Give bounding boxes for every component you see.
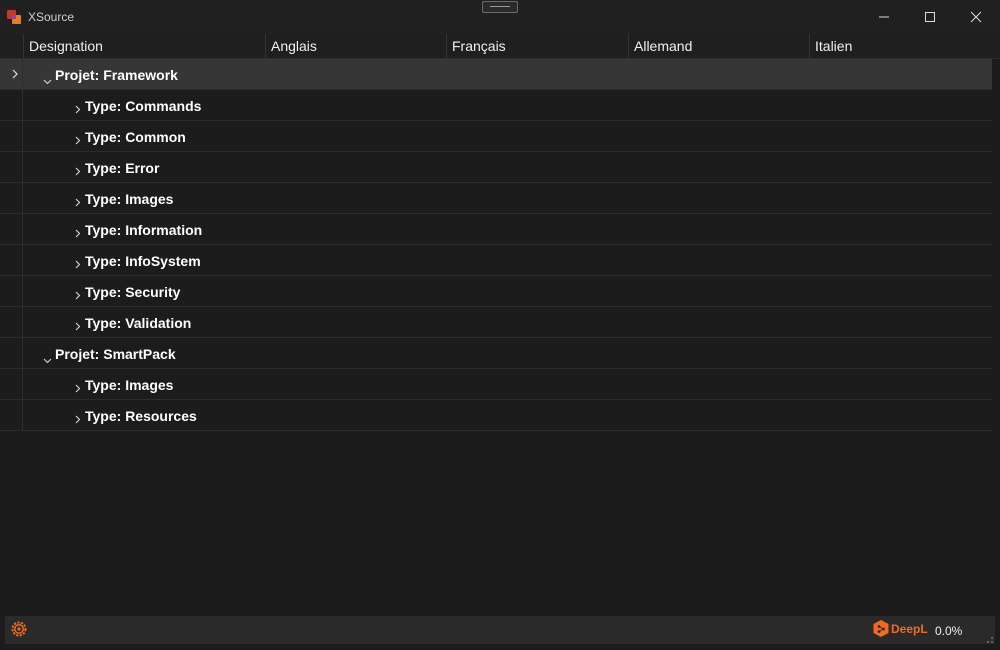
row-label: Type: Common — [85, 129, 186, 145]
chevron-right-icon[interactable] — [75, 318, 81, 334]
minimize-button[interactable] — [861, 0, 907, 34]
row-indicator[interactable] — [8, 307, 23, 337]
row-indicator[interactable] — [8, 400, 23, 430]
row-label: Type: InfoSystem — [85, 253, 201, 269]
row-label: Projet: SmartPack — [55, 346, 176, 362]
row-label: Type: Images — [85, 191, 174, 207]
tree-group-row[interactable]: Projet: Framework — [0, 59, 992, 90]
chevron-right-icon[interactable] — [75, 101, 81, 117]
row-label: Type: Error — [85, 160, 160, 176]
chevron-right-icon[interactable] — [75, 380, 81, 396]
tree-row[interactable]: Type: Information — [0, 214, 992, 245]
row-label: Type: Images — [85, 377, 174, 393]
row-indicator[interactable] — [8, 276, 23, 306]
column-header-allemand[interactable]: Allemand — [628, 34, 809, 58]
row-indicator[interactable] — [8, 59, 23, 89]
row-label: Type: Information — [85, 222, 203, 238]
row-label: Type: Security — [85, 284, 181, 300]
chevron-right-icon[interactable] — [75, 225, 81, 241]
row-label: Projet: Framework — [55, 67, 178, 83]
progress-percent: 0.0% — [935, 624, 963, 638]
row-indicator[interactable] — [8, 152, 23, 182]
chevron-right-icon[interactable] — [75, 287, 81, 303]
row-indicator[interactable] — [8, 183, 23, 213]
chevron-down-icon[interactable] — [43, 72, 52, 88]
tree-row[interactable]: Type: Validation — [0, 307, 992, 338]
tree-row[interactable]: Type: Security — [0, 276, 992, 307]
resize-grip-icon[interactable] — [982, 632, 994, 644]
current-row-chevron-icon — [12, 69, 18, 79]
row-indicator[interactable] — [8, 121, 23, 151]
row-indicator[interactable] — [8, 245, 23, 275]
chevron-right-icon[interactable] — [75, 163, 81, 179]
drag-handle[interactable] — [482, 1, 518, 13]
row-indicator[interactable] — [8, 338, 23, 368]
maximize-button[interactable] — [907, 0, 953, 34]
close-button[interactable] — [953, 0, 999, 34]
row-label: Type: Commands — [85, 98, 202, 114]
chevron-right-icon[interactable] — [75, 411, 81, 427]
gear-icon[interactable] — [10, 620, 28, 638]
row-indicator[interactable] — [8, 214, 23, 244]
tree-row[interactable]: Type: InfoSystem — [0, 245, 992, 276]
row-indicator[interactable] — [8, 369, 23, 399]
deepl-brand-label: DeepL — [891, 622, 928, 636]
tree-row[interactable]: Type: Resources — [0, 400, 992, 431]
close-icon — [970, 11, 982, 23]
tree-row[interactable]: Type: Images — [0, 369, 992, 400]
tree-row[interactable]: Type: Commands — [0, 90, 992, 121]
tree-row[interactable]: Type: Common — [0, 121, 992, 152]
deepl-logo-icon — [873, 620, 889, 641]
tree-row[interactable]: Type: Error — [0, 152, 992, 183]
window-title: XSource — [28, 10, 75, 24]
grid-header: Designation Anglais Français Allemand It… — [0, 34, 1000, 59]
status-bar: DeepL 0.0% — [5, 616, 995, 644]
tree-row[interactable]: Type: Images — [0, 183, 992, 214]
chevron-right-icon[interactable] — [75, 132, 81, 148]
title-bar[interactable]: XSource — [0, 0, 1000, 35]
column-header-italien[interactable]: Italien — [809, 34, 992, 58]
minimize-icon — [879, 16, 889, 18]
row-label: Type: Validation — [85, 315, 192, 331]
column-header-anglais[interactable]: Anglais — [265, 34, 446, 58]
tree-group-row[interactable]: Projet: SmartPack — [0, 338, 992, 369]
column-header-francais[interactable]: Français — [446, 34, 628, 58]
column-header-designation[interactable]: Designation — [23, 34, 266, 58]
maximize-icon — [925, 12, 935, 22]
chevron-down-icon[interactable] — [43, 351, 52, 367]
app-logo-icon — [6, 9, 22, 25]
row-label: Type: Resources — [85, 408, 197, 424]
row-indicator[interactable] — [8, 90, 23, 120]
tree-grid: Projet: Framework Type: Commands Type: Com… — [0, 59, 1000, 431]
chevron-right-icon[interactable] — [75, 256, 81, 272]
chevron-right-icon[interactable] — [75, 194, 81, 210]
